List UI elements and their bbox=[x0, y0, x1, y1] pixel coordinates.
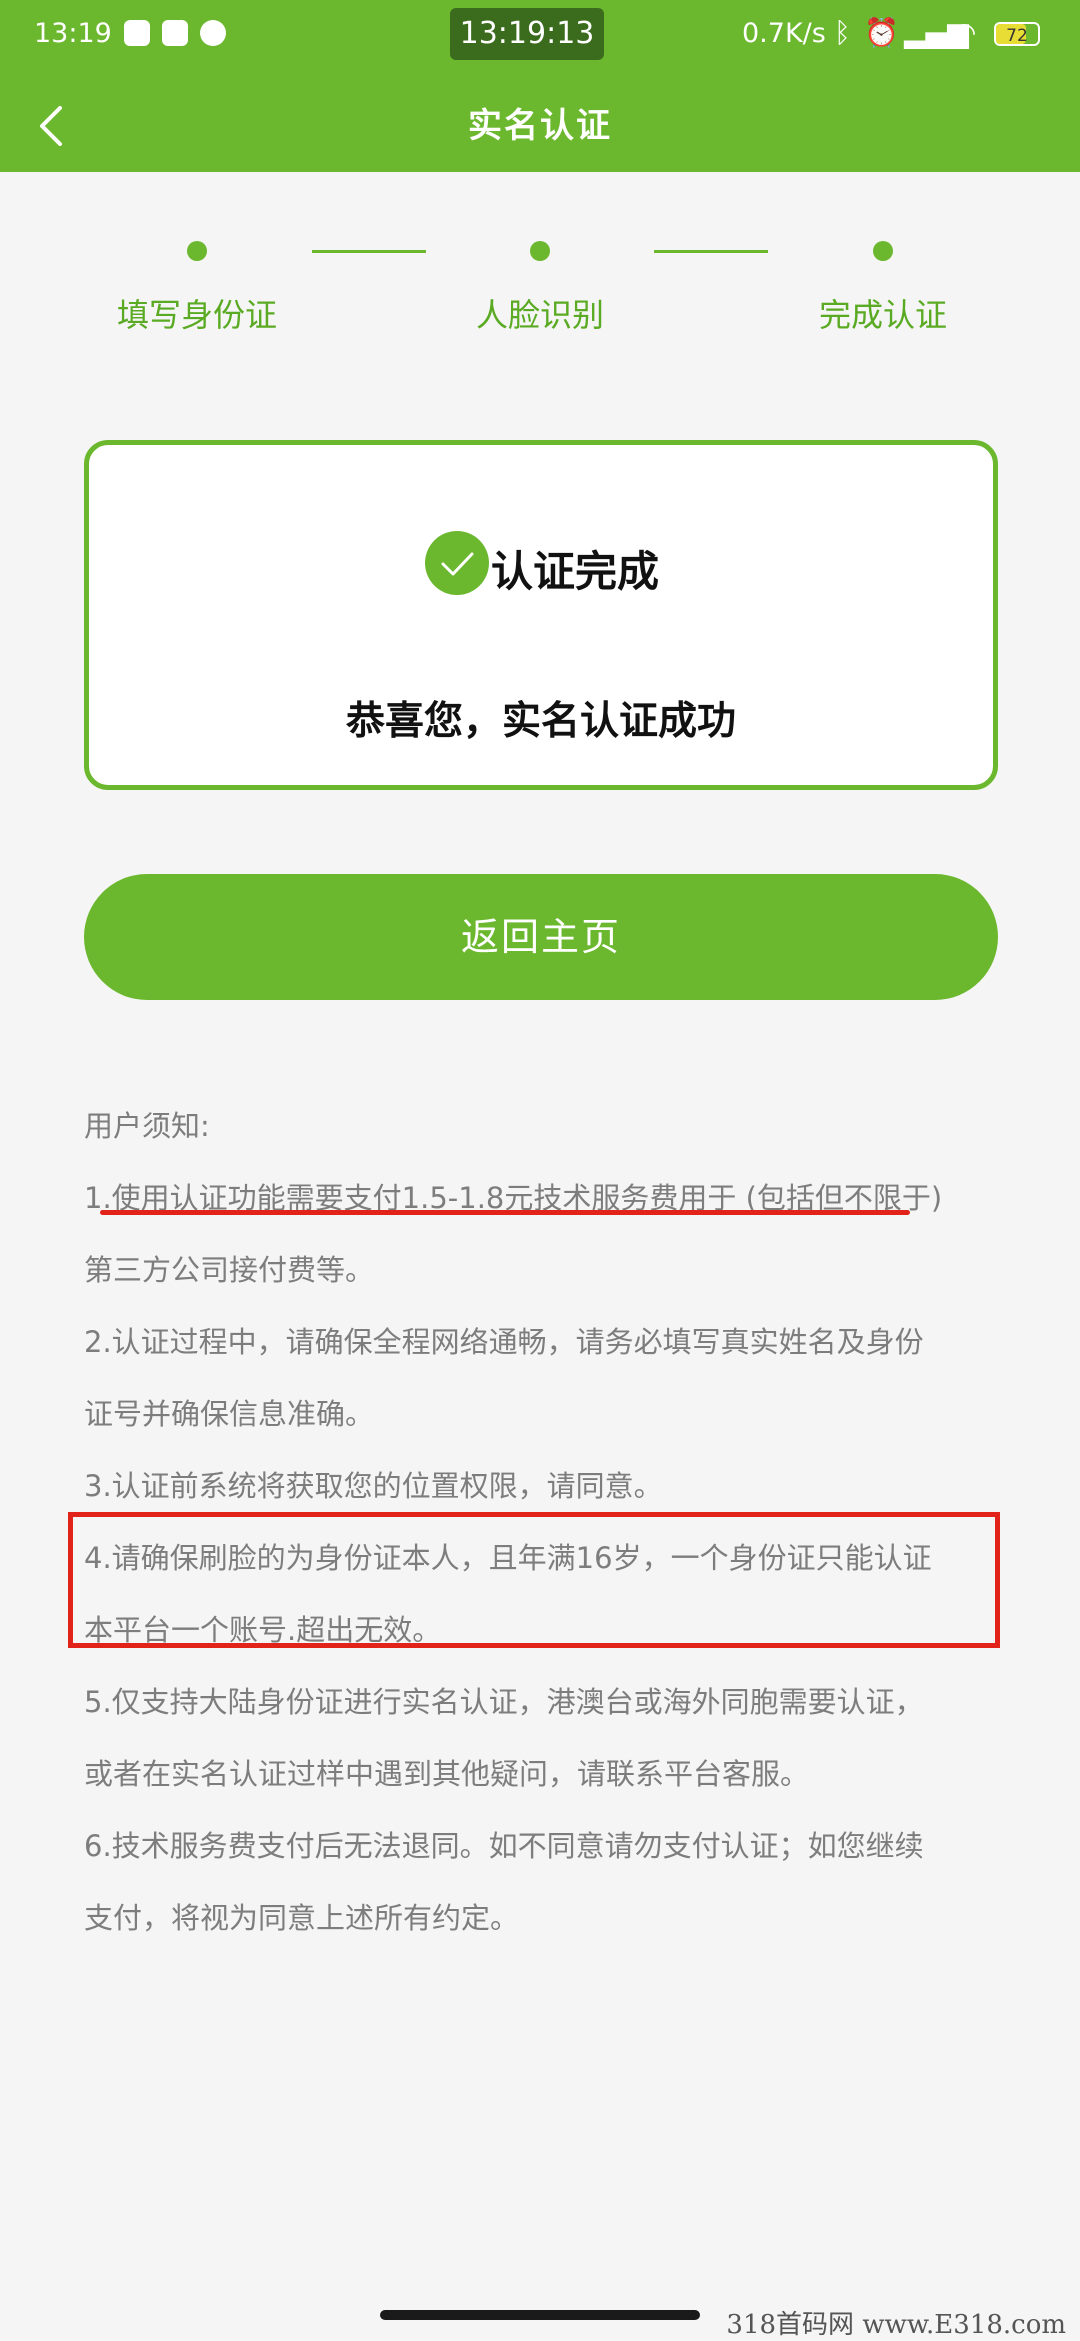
battery-icon: 72 bbox=[994, 22, 1040, 46]
step-dot-2 bbox=[530, 241, 550, 261]
notice-line: 证号并确保信息准确。 bbox=[84, 1397, 375, 1431]
notice-line: 6.技术服务费支付后无法退同。如不同意请勿支付认证；如您继续 bbox=[84, 1829, 924, 1863]
wechat-icon bbox=[124, 20, 150, 46]
step-label-complete: 完成认证 bbox=[818, 296, 948, 334]
notice-heading: 用户须知: bbox=[84, 1109, 210, 1143]
home-indicator[interactable] bbox=[380, 2310, 700, 2320]
notice-line: 1.使用认证功能需要支付1.5-1.8元技术服务费用于 (包括但不限于) bbox=[84, 1181, 943, 1215]
notice-line: 或者在实名认证过样中遇到其他疑问，请联系平台客服。 bbox=[84, 1757, 810, 1791]
red-underline-annotation bbox=[100, 1210, 910, 1215]
step-connector-1 bbox=[312, 250, 426, 253]
result-message: 恭喜您，实名认证成功 bbox=[345, 699, 736, 744]
notice-line: 支付，将视为同意上述所有约定。 bbox=[84, 1901, 520, 1935]
red-box-annotation bbox=[68, 1512, 1000, 1648]
check-icon bbox=[425, 531, 489, 595]
page-title: 实名认证 bbox=[468, 106, 612, 146]
alarm-icon: ⏰ bbox=[864, 16, 899, 49]
step-dot-1 bbox=[187, 241, 207, 261]
result-title: 认证完成 bbox=[491, 547, 660, 596]
status-time: 13:19 bbox=[34, 18, 112, 49]
bluetooth-icon: ᛒ bbox=[834, 16, 851, 49]
notice-line: 2.认证过程中，请确保全程网络通畅，请务必填写真实姓名及身份 bbox=[84, 1325, 924, 1359]
step-label-face-recognition: 人脸识别 bbox=[475, 296, 605, 334]
notice-line: 5.仅支持大陆身份证进行实名认证，港澳台或海外同胞需要认证， bbox=[84, 1685, 924, 1719]
wifi-icon: ◠ bbox=[952, 16, 977, 49]
notice-line: 第三方公司接付费等。 bbox=[84, 1253, 375, 1287]
status-bar: 13:19 13:19:13 0.7K/s ᛒ ⏰ ▂▄▆ ◠ 72 bbox=[0, 0, 1080, 70]
watermark-text: 318首码网 www.E318.com bbox=[726, 2310, 1066, 2340]
app-swirl-icon bbox=[200, 20, 226, 46]
step-dot-3 bbox=[873, 241, 893, 261]
network-speed: 0.7K/s bbox=[742, 18, 826, 49]
return-home-button[interactable]: 返回主页 bbox=[84, 874, 998, 1000]
app-header: 13:19 13:19:13 0.7K/s ᛒ ⏰ ▂▄▆ ◠ 72 实名认证 bbox=[0, 0, 1080, 172]
result-card: 认证完成 恭喜您，实名认证成功 bbox=[84, 440, 998, 790]
step-connector-2 bbox=[654, 250, 768, 253]
floating-clock: 13:19:13 bbox=[450, 8, 604, 60]
shield-app-icon bbox=[162, 20, 188, 46]
step-label-id-card: 填写身份证 bbox=[116, 296, 278, 334]
battery-level: 72 bbox=[1006, 26, 1028, 46]
